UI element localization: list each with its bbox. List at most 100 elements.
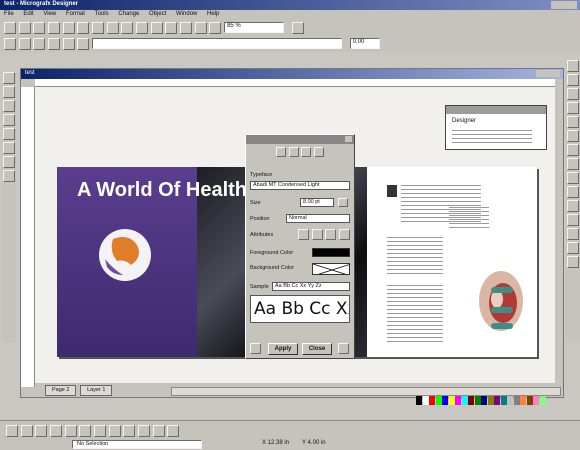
palette-swatch[interactable] — [468, 396, 474, 405]
paragraph-mode-icon[interactable] — [288, 147, 299, 157]
snap-icon[interactable] — [4, 38, 16, 50]
node-tool-icon[interactable] — [123, 425, 136, 437]
text-column[interactable] — [449, 207, 489, 229]
menu-file[interactable]: File — [0, 10, 18, 18]
ellipse-tool-icon[interactable] — [3, 142, 15, 154]
bold-icon[interactable] — [298, 229, 309, 240]
position-select[interactable]: Normal — [286, 214, 350, 223]
tab-page[interactable]: Page 2 — [45, 385, 77, 396]
apply-button[interactable]: Apply — [268, 343, 298, 355]
palette-swatch[interactable] — [513, 396, 520, 405]
palette-swatch[interactable] — [500, 396, 507, 405]
foreground-swatch[interactable] — [312, 248, 350, 257]
freehand-tool-icon[interactable] — [3, 156, 15, 168]
node-tool-icon[interactable] — [167, 425, 180, 437]
palette-swatch[interactable] — [487, 396, 494, 405]
copy-icon[interactable] — [77, 22, 90, 34]
dialog-help-icon[interactable] — [338, 343, 349, 354]
palette-swatch[interactable] — [422, 396, 429, 405]
right-tool-icon[interactable] — [567, 144, 579, 156]
cover-headline[interactable]: A World Of Health — [77, 179, 247, 202]
palette-swatch[interactable] — [416, 396, 422, 405]
rotate-icon[interactable] — [180, 22, 193, 34]
right-tool-icon[interactable] — [567, 116, 579, 128]
close-button[interactable]: Close — [302, 343, 332, 355]
dialog-tool-icon[interactable] — [250, 343, 261, 354]
node-tool-icon[interactable] — [138, 425, 151, 437]
node-tool-icon[interactable] — [20, 425, 33, 437]
undo-icon[interactable] — [106, 22, 119, 34]
designer-info-panel[interactable]: Designer — [445, 105, 547, 150]
style-field[interactable] — [92, 38, 343, 49]
palette-swatch[interactable] — [481, 396, 487, 405]
horizontal-scrollbar[interactable] — [171, 387, 561, 396]
dialog-close-icon[interactable] — [345, 136, 352, 142]
guides-icon[interactable] — [33, 38, 46, 50]
line-tool-icon[interactable] — [3, 100, 15, 112]
node-edit-icon[interactable] — [3, 86, 15, 98]
fill-icon[interactable] — [62, 38, 75, 50]
size-apply-icon[interactable] — [338, 198, 348, 207]
align-icon[interactable] — [136, 22, 149, 34]
document-window-controls[interactable] — [536, 70, 560, 77]
palette-swatch[interactable] — [526, 396, 533, 405]
palette-swatch[interactable] — [442, 396, 448, 405]
print-icon[interactable] — [48, 22, 61, 34]
sample-field[interactable]: Aa Bb Cc Xx Yy Zz — [272, 282, 350, 291]
right-tool-icon[interactable] — [567, 74, 579, 86]
right-tool-icon[interactable] — [567, 256, 579, 268]
zoom-select[interactable]: 85 % — [224, 22, 285, 33]
menu-change[interactable]: Change — [114, 10, 143, 18]
window-controls[interactable] — [551, 1, 577, 9]
tabs-mode-icon[interactable] — [314, 147, 325, 157]
arrange-icon[interactable] — [150, 22, 163, 34]
palette-swatch[interactable] — [494, 396, 500, 405]
strikeout-icon[interactable] — [339, 229, 351, 240]
palette-swatch[interactable] — [474, 396, 481, 405]
palette-swatch[interactable] — [520, 396, 526, 405]
menu-edit[interactable]: Edit — [19, 10, 37, 18]
typeface-select[interactable]: Abadi MT Condensed Light — [250, 181, 350, 190]
pointer-icon[interactable] — [3, 72, 15, 84]
palette-swatch[interactable] — [533, 396, 539, 405]
palette-swatch[interactable] — [448, 396, 455, 405]
node-tool-icon[interactable] — [79, 425, 92, 437]
node-tool-icon[interactable] — [152, 425, 165, 437]
text-column[interactable] — [387, 285, 443, 345]
text-tool-icon[interactable] — [3, 114, 15, 126]
palette-swatch[interactable] — [429, 396, 435, 405]
size-spinner[interactable]: 8.00 pt — [300, 198, 334, 207]
node-tool-icon[interactable] — [94, 425, 107, 437]
italic-icon[interactable] — [311, 229, 323, 240]
flip-icon[interactable] — [165, 22, 178, 34]
menu-help[interactable]: Help — [203, 10, 223, 18]
horizontal-ruler[interactable] — [35, 79, 555, 87]
paste-icon[interactable] — [92, 22, 105, 34]
menu-tools[interactable]: Tools — [91, 10, 113, 18]
right-tool-icon[interactable] — [567, 88, 579, 100]
right-tool-icon[interactable] — [567, 158, 579, 170]
node-tool-icon[interactable] — [64, 425, 77, 437]
menu-window[interactable]: Window — [172, 10, 201, 18]
palette-swatch[interactable] — [539, 396, 546, 405]
tab-layer[interactable]: Layer 1 — [80, 385, 113, 396]
background-swatch[interactable] — [312, 263, 350, 275]
rectangle-tool-icon[interactable] — [3, 128, 15, 140]
new-icon[interactable] — [4, 22, 16, 34]
save-icon[interactable] — [33, 22, 46, 34]
text-mode-icon[interactable] — [276, 147, 286, 157]
palette-swatch[interactable] — [455, 396, 461, 405]
palette-swatch[interactable] — [435, 396, 442, 405]
right-tool-icon[interactable] — [567, 214, 579, 226]
right-tool-icon[interactable] — [567, 186, 579, 198]
zoom-tool-icon[interactable] — [3, 170, 15, 182]
grid-icon[interactable] — [18, 38, 31, 50]
text-column[interactable] — [387, 237, 443, 277]
palette-swatch[interactable] — [461, 396, 468, 405]
palette-swatch[interactable] — [507, 396, 513, 405]
menu-object[interactable]: Object — [145, 10, 170, 18]
node-tool-icon[interactable] — [50, 425, 63, 437]
right-tool-icon[interactable] — [567, 200, 579, 212]
line-icon[interactable] — [77, 38, 90, 50]
node-tool-icon[interactable] — [6, 425, 18, 437]
